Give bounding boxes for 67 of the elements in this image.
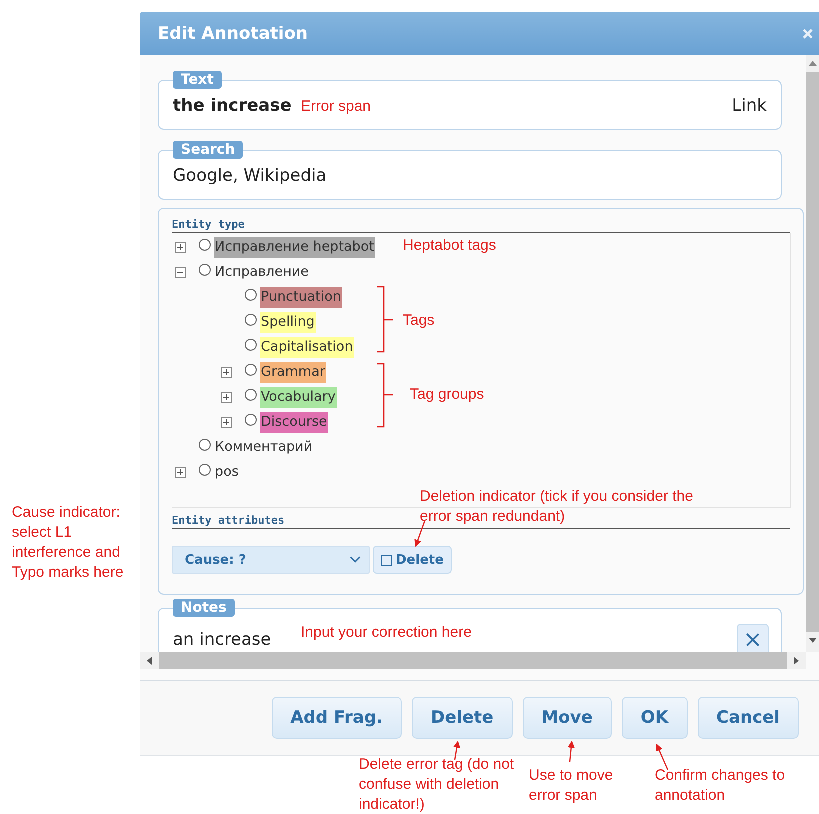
delete-toggle[interactable]: Delete: [373, 546, 452, 574]
scroll-right-icon[interactable]: [794, 656, 799, 664]
pointer-arrow: [414, 520, 426, 548]
chevron-down-icon: [350, 556, 361, 564]
expand-icon[interactable]: [175, 467, 186, 478]
tree-item[interactable]: Исправление heptabot: [214, 237, 376, 258]
tree-item[interactable]: Punctuation: [260, 287, 342, 308]
tree-item[interactable]: Discourse: [260, 412, 328, 433]
radio-button[interactable]: [245, 339, 257, 351]
dialog-button[interactable]: Add Frag.: [272, 697, 402, 739]
tree-item[interactable]: Spelling: [260, 312, 316, 333]
radio-button[interactable]: [245, 289, 257, 301]
tree-item[interactable]: Комментарий: [214, 437, 314, 458]
annotation-note: Delete error tag (do not confuse with deletion indicator!): [359, 755, 516, 814]
annotated-text: the increase: [173, 96, 292, 116]
radio-button[interactable]: [199, 239, 211, 251]
tree-item[interactable]: Grammar: [260, 362, 326, 383]
radio-button[interactable]: [199, 464, 211, 476]
expand-icon[interactable]: [221, 392, 232, 403]
dialog-button[interactable]: OK: [622, 697, 688, 739]
annotation-note: Cause indicator: select L1 interference and Typo marks here: [12, 503, 125, 583]
dialog-button[interactable]: Move: [522, 697, 612, 739]
radio-button[interactable]: [199, 264, 211, 276]
cause-dropdown[interactable]: Cause: ?: [172, 546, 370, 574]
expand-icon[interactable]: [221, 417, 232, 428]
section-label: Search: [173, 141, 244, 159]
close-icon: [746, 633, 760, 647]
radio-button[interactable]: [245, 389, 257, 401]
horizontal-scrollbar[interactable]: [140, 652, 806, 669]
annotation-note: Deletion indicator (tick if you consider the error span redundant): [420, 487, 694, 527]
annotation-note: Input your correction here: [301, 623, 473, 643]
dialog-button[interactable]: Cancel: [698, 697, 799, 739]
tree-item[interactable]: pos: [214, 462, 240, 483]
annotation-note: Use to move error span: [529, 766, 614, 806]
pointer-arrow: [568, 740, 575, 762]
annotation-note: Heptabot tags: [403, 236, 498, 256]
scroll-left-icon[interactable]: [147, 656, 152, 664]
vertical-scrollbar[interactable]: [806, 55, 819, 652]
scroll-down-icon[interactable]: [808, 638, 816, 643]
search-links[interactable]: Google, Wikipedia: [173, 166, 327, 186]
window-title: Edit Annotation: [158, 24, 308, 44]
annotation-note: Error span: [301, 97, 372, 117]
tree-item[interactable]: Capitalisation: [260, 337, 354, 358]
pointer-arrow: [453, 740, 461, 760]
pointer-arrow: [656, 744, 669, 770]
bracket-mark: [376, 286, 394, 353]
tree-item[interactable]: Vocabulary: [260, 387, 337, 408]
notes-field[interactable]: an increase: [173, 630, 272, 650]
bracket-mark: [376, 363, 394, 428]
link-label[interactable]: Link: [732, 96, 767, 116]
radio-button[interactable]: [245, 414, 257, 426]
expand-icon[interactable]: [221, 367, 232, 378]
radio-button[interactable]: [199, 439, 211, 451]
expand-icon[interactable]: [175, 242, 186, 253]
clear-button[interactable]: [737, 624, 769, 652]
collapse-icon[interactable]: [175, 267, 186, 278]
annotation-note: Tag groups: [410, 385, 486, 405]
annotation-note: Confirm changes to annotation: [655, 766, 786, 806]
section-label: Text: [173, 71, 222, 89]
section-label: Notes: [173, 599, 235, 617]
radio-button[interactable]: [245, 314, 257, 326]
dialog-button[interactable]: Delete: [412, 697, 513, 739]
tree-item[interactable]: Исправление: [214, 262, 310, 283]
radio-button[interactable]: [245, 364, 257, 376]
section-heading: Entity type: [172, 218, 790, 233]
annotation-note: Tags: [403, 311, 436, 331]
scroll-up-icon[interactable]: [808, 61, 816, 66]
